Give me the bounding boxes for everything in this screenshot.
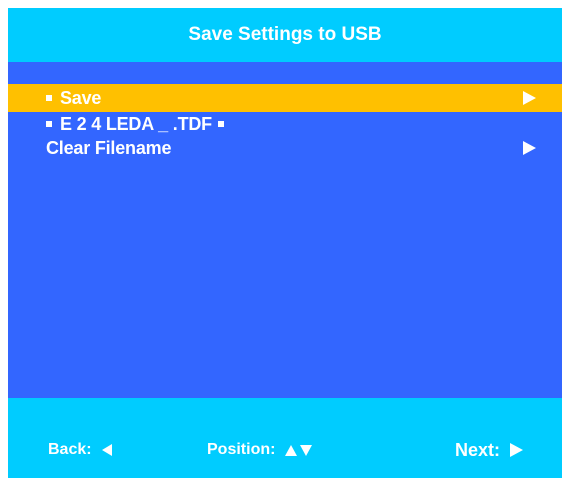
arrow-right-icon (510, 443, 524, 457)
menu-item-filename[interactable]: E 2 4 LEDA _ .TDF (8, 112, 562, 136)
bullet-icon (46, 121, 52, 127)
menu-item-clear-filename-label-wrap: Clear Filename (46, 138, 171, 159)
position-hint: Position: (207, 438, 313, 462)
menu-item-label: Save (60, 87, 102, 108)
arrow-down-icon (300, 444, 313, 456)
usb-save-settings-screen: Save Settings to USB Save E 2 4 LEDA _ .… (8, 8, 562, 478)
arrow-right-icon (523, 91, 536, 105)
bullet-icon (46, 95, 52, 101)
arrow-left-icon (101, 444, 112, 456)
menu-item-clear-filename[interactable]: Clear Filename (8, 136, 562, 160)
back-hint[interactable]: Back: (48, 438, 112, 462)
menu-item-label: Clear Filename (46, 137, 172, 158)
settings-menu: Save E 2 4 LEDA _ .TDF Clear Filename (8, 84, 562, 160)
next-hint[interactable]: Next: (455, 438, 524, 462)
arrow-up-icon (285, 444, 298, 456)
bullet-icon (217, 121, 224, 127)
menu-item-label: E 2 4 LEDA _ .TDF (60, 113, 212, 134)
arrow-right-icon (523, 141, 536, 155)
menu-item-filename-label-wrap: E 2 4 LEDA _ .TDF (46, 114, 224, 135)
next-label: Next: (455, 439, 501, 460)
back-label: Back: (48, 441, 92, 458)
footer-bar: Back: Position: Next: (8, 398, 562, 478)
menu-item-save-label-wrap: Save (46, 88, 101, 109)
title-bar: Save Settings to USB (8, 8, 562, 62)
menu-item-save[interactable]: Save (8, 84, 562, 112)
page-title: Save Settings to USB (188, 24, 382, 45)
position-label: Position: (207, 441, 276, 458)
